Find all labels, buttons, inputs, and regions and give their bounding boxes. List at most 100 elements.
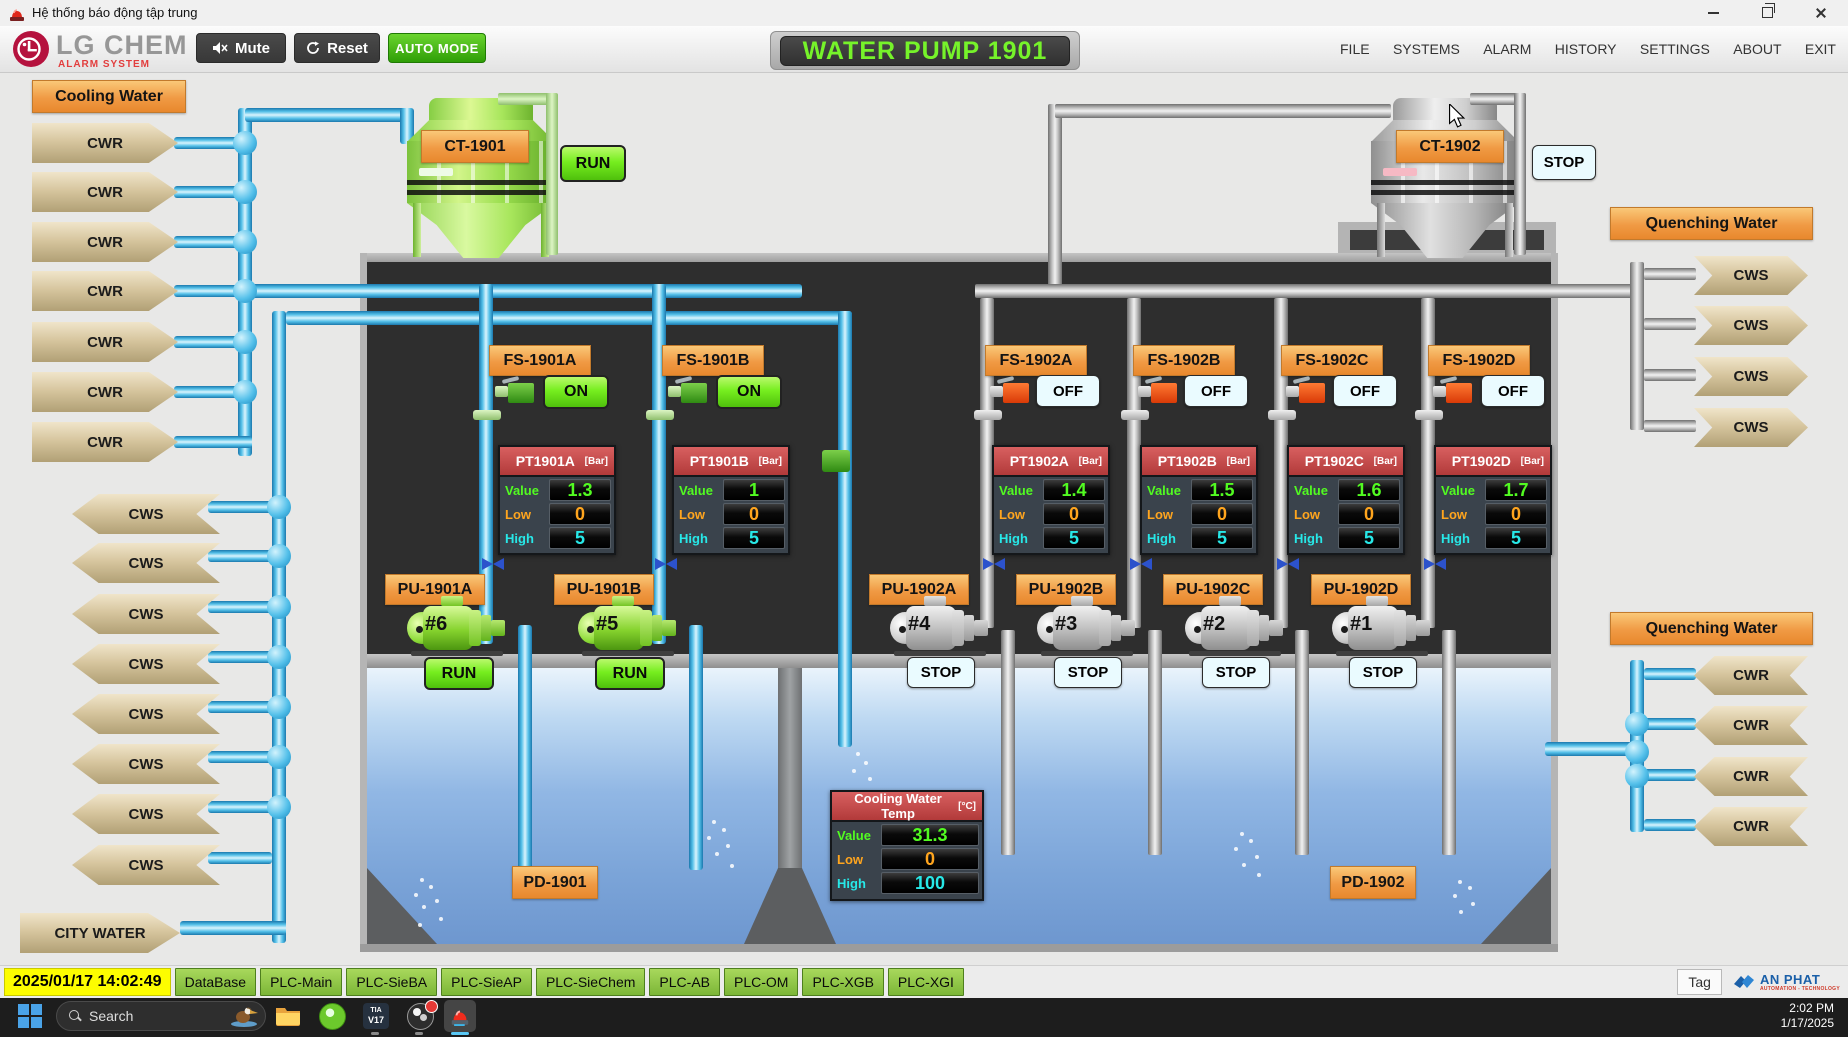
pt-panel-pt1902c: PT1902C[Bar] Value1.6 Low0 High5 [1287, 445, 1405, 555]
pipe [1644, 819, 1696, 831]
cws-tag: CWS [72, 644, 220, 684]
pump-status-button[interactable]: STOP [1349, 657, 1417, 688]
obs-icon[interactable] [406, 1002, 434, 1030]
pipe [208, 550, 272, 562]
active-indicator [451, 1032, 469, 1035]
pump-status-button[interactable]: STOP [1054, 657, 1122, 688]
pit-right-wall [1551, 253, 1558, 951]
restore-button[interactable] [1744, 0, 1790, 25]
menu-exit[interactable]: EXIT [1805, 41, 1836, 57]
minimize-icon [1708, 12, 1719, 14]
cwr-tag: CWR [32, 372, 178, 412]
fs-label: FS-1902B [1133, 345, 1235, 376]
plc-button-main[interactable]: PLC-Main [260, 968, 342, 996]
pump-status-button[interactable]: RUN [424, 657, 494, 690]
plc-button-ab[interactable]: PLC-AB [649, 968, 720, 996]
start-button[interactable] [16, 1002, 44, 1030]
minimize-button[interactable] [1690, 0, 1736, 25]
pipe [1055, 104, 1391, 118]
pt-value: 1.3 [549, 479, 611, 501]
fs-state-button[interactable]: OFF [1481, 375, 1545, 407]
ct1902-status-button[interactable]: STOP [1532, 145, 1596, 180]
pipe-junction [233, 279, 257, 303]
flow-switch-icon [668, 377, 714, 405]
quenching-water-top-label: Quenching Water [1610, 207, 1813, 240]
pipe-junction [233, 380, 257, 404]
brand-name: LG CHEM [56, 30, 188, 61]
menu-settings[interactable]: SETTINGS [1640, 41, 1710, 57]
pipe [272, 311, 286, 943]
pump-status-button[interactable]: STOP [1202, 657, 1270, 688]
pipe [1442, 630, 1456, 855]
pipe [1514, 93, 1526, 255]
plc-button-database[interactable]: DataBase [175, 968, 256, 996]
cws-tag: CWS [72, 494, 220, 534]
fs-label: FS-1902A [985, 345, 1087, 376]
fs-state-button[interactable]: ON [716, 375, 782, 409]
menu-systems[interactable]: SYSTEMS [1393, 41, 1460, 57]
pipe [975, 284, 1637, 298]
pipe-junction [267, 795, 291, 819]
windows-logo-icon [18, 1004, 42, 1028]
pipe [1295, 630, 1309, 855]
auto-mode-button[interactable]: AUTO MODE [388, 33, 486, 63]
tia-label-1: TIA [370, 1007, 381, 1015]
pump-status-button[interactable]: STOP [907, 657, 975, 688]
fs-state-button[interactable]: OFF [1333, 375, 1397, 407]
menu-about[interactable]: ABOUT [1733, 41, 1781, 57]
fs-state-button[interactable]: ON [543, 375, 609, 409]
menu-file[interactable]: FILE [1340, 41, 1370, 57]
pump-icon-pu1901b: #5 [578, 600, 678, 656]
auto-mode-label: AUTO MODE [395, 41, 479, 56]
quenching-water-bottom-label: Quenching Water [1610, 612, 1813, 645]
pipe [208, 852, 272, 864]
browser-icon[interactable] [318, 1002, 346, 1030]
temp-high: 100 [881, 872, 979, 894]
running-indicator [371, 1032, 379, 1035]
reset-icon [306, 41, 320, 55]
cws-tag: CWS [72, 543, 220, 583]
pipe-valve [974, 410, 1002, 420]
cwr-tag: CWR [32, 172, 178, 212]
alarm-app-icon[interactable] [444, 1000, 476, 1032]
ct1901-status-button[interactable]: RUN [560, 145, 626, 182]
menu-alarm[interactable]: ALARM [1483, 41, 1531, 57]
pipe [1545, 742, 1637, 756]
pump-valve-icon [983, 556, 1005, 572]
pipe [1644, 769, 1696, 781]
bubbles [1240, 832, 1244, 836]
tag-button[interactable]: Tag [1677, 969, 1722, 995]
tower-label-ct1901: CT-1901 [421, 130, 529, 163]
pipe-junction [233, 230, 257, 254]
plc-button-siechem[interactable]: PLC-SieChem [536, 968, 645, 996]
pipe [174, 436, 252, 448]
bubbles [712, 820, 716, 824]
notification-badge [425, 1000, 438, 1013]
taskbar-clock[interactable]: 2:02 PM 1/17/2025 [1781, 1001, 1834, 1031]
plc-button-xgi[interactable]: PLC-XGI [888, 968, 964, 996]
close-button[interactable] [1798, 0, 1844, 25]
pipe-junction [1625, 740, 1649, 764]
running-indicator [415, 1032, 423, 1035]
plc-button-sieap[interactable]: PLC-SieAP [441, 968, 532, 996]
pipe-junction [233, 180, 257, 204]
restore-icon [1762, 7, 1773, 18]
file-explorer-icon[interactable] [274, 1002, 302, 1030]
tower-level-indicator [1383, 168, 1417, 176]
mute-button[interactable]: Mute [196, 33, 286, 63]
reset-button[interactable]: Reset [294, 33, 380, 63]
plc-button-om[interactable]: PLC-OM [724, 968, 798, 996]
tia-portal-icon[interactable]: TIA V17 [362, 1002, 390, 1030]
pump-status-button[interactable]: RUN [595, 657, 665, 690]
pt-panel-pt1902a: PT1902A[Bar] Value1.4 Low0 High5 [992, 445, 1110, 555]
plc-button-sieba[interactable]: PLC-SieBA [346, 968, 437, 996]
fs-state-button[interactable]: OFF [1036, 375, 1100, 407]
plc-button-xgb[interactable]: PLC-XGB [802, 968, 883, 996]
fs-state-button[interactable]: OFF [1184, 375, 1248, 407]
cwr-tag: CWR [1694, 656, 1808, 695]
taskbar-search[interactable]: Search [56, 1001, 266, 1031]
status-timestamp: 2025/01/17 14:02:49 [4, 968, 171, 996]
menu-history[interactable]: HISTORY [1555, 41, 1617, 57]
pt-panel-pt1902b: PT1902B[Bar] Value1.5 Low0 High5 [1140, 445, 1258, 555]
flow-switch-icon [1433, 377, 1479, 405]
